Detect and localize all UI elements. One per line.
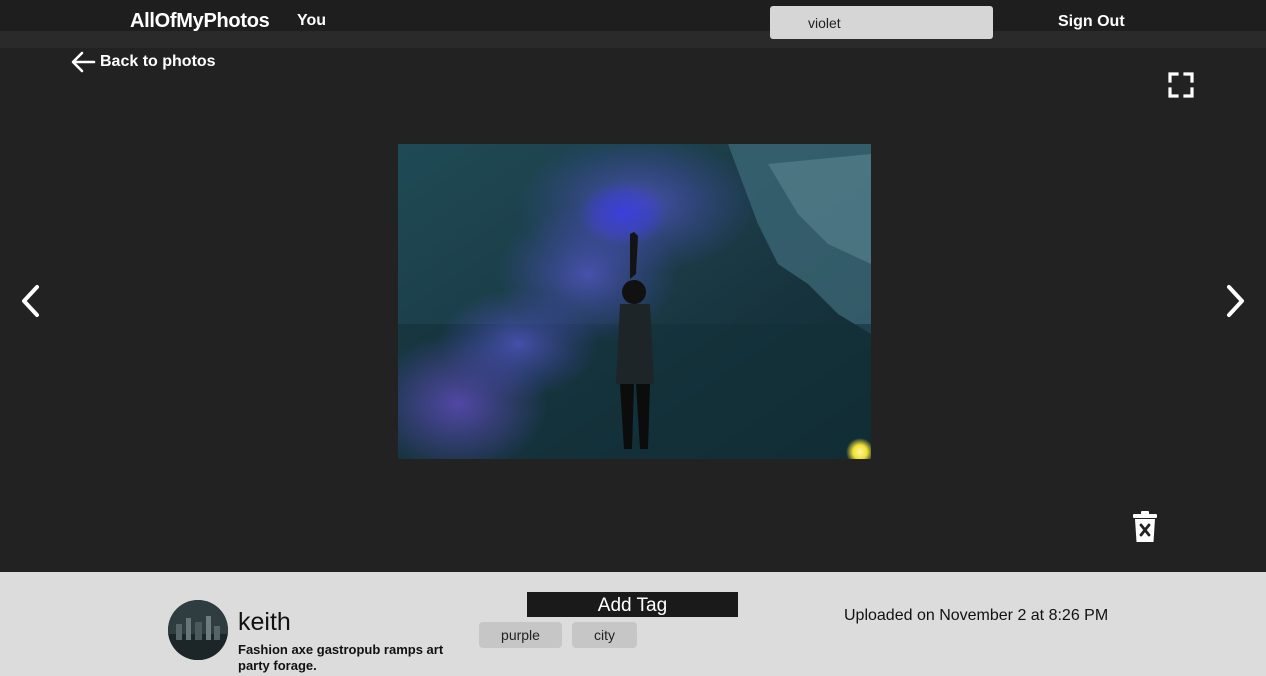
nav-divider — [0, 31, 1266, 48]
sign-out-button[interactable]: Sign Out — [1058, 13, 1125, 31]
chevron-right-icon[interactable] — [1224, 284, 1248, 318]
back-to-photos-label: Back to photos — [100, 53, 216, 70]
back-to-photos-link[interactable]: Back to photos — [70, 50, 216, 74]
photo-owner-name[interactable]: keith — [238, 608, 291, 637]
search-input[interactable] — [770, 6, 993, 39]
chevron-left-icon[interactable] — [18, 284, 42, 318]
photo-info-panel: keith Fashion axe gastropub ramps art pa… — [0, 572, 1266, 676]
top-nav: AllOfMyPhotos You Sign Out — [0, 0, 1266, 48]
tag-chip[interactable]: city — [572, 622, 637, 648]
avatar[interactable] — [168, 600, 228, 660]
trash-x-icon[interactable] — [1132, 511, 1158, 543]
avatar-image — [168, 600, 228, 660]
nav-you-link[interactable]: You — [297, 12, 326, 30]
owner-bio: Fashion axe gastropub ramps art party fo… — [238, 642, 444, 673]
upload-timestamp: Uploaded on November 2 at 8:26 PM — [844, 607, 1109, 624]
tag-chip[interactable]: purple — [479, 622, 562, 648]
arrow-left-icon — [71, 51, 96, 73]
photo-image — [398, 144, 871, 459]
expand-icon[interactable] — [1168, 72, 1194, 98]
brand-logo-link[interactable]: AllOfMyPhotos — [130, 10, 270, 33]
add-tag-button[interactable]: Add Tag — [527, 592, 738, 617]
main-photo — [398, 144, 871, 459]
